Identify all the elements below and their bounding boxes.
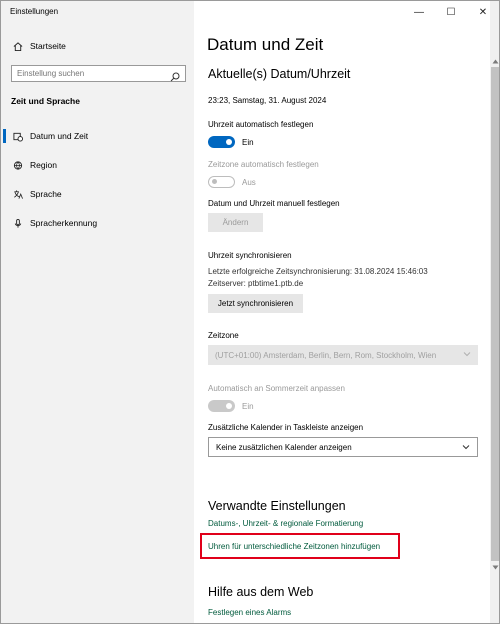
- highlight-box: [200, 533, 400, 559]
- auto-time-state: Ein: [242, 138, 254, 147]
- sidebar-item-language[interactable]: Sprache: [1, 183, 194, 205]
- last-sync-text: Letzte erfolgreiche Zeitsynchronisierung…: [208, 267, 428, 276]
- calendar-label: Zusätzliche Kalender in Taskleiste anzei…: [208, 423, 364, 432]
- auto-timezone-state: Aus: [242, 178, 256, 187]
- sidebar-item-label: Spracherkennung: [30, 218, 98, 228]
- settings-window: Einstellungen Startseite Zeit und Sprach…: [0, 0, 500, 624]
- clock-calendar-icon: [13, 131, 23, 141]
- microphone-icon: [13, 218, 23, 228]
- sidebar-section-heading: Zeit und Sprache: [11, 96, 80, 106]
- sidebar-item-label: Startseite: [30, 41, 66, 51]
- sidebar-item-home[interactable]: Startseite: [1, 35, 194, 57]
- sync-heading: Uhrzeit synchronisieren: [208, 251, 292, 260]
- calendar-value: Keine zusätzlichen Kalender anzeigen: [216, 442, 352, 452]
- sidebar-item-region[interactable]: Region: [1, 154, 194, 176]
- help-heading: Hilfe aus dem Web: [208, 585, 314, 599]
- auto-timezone-toggle[interactable]: [208, 176, 235, 188]
- home-icon: [13, 41, 23, 51]
- timezone-select[interactable]: (UTC+01:00) Amsterdam, Berlin, Bern, Rom…: [208, 345, 478, 365]
- calendar-select[interactable]: Keine zusätzlichen Kalender anzeigen: [208, 437, 478, 457]
- sidebar-item-speech[interactable]: Spracherkennung: [1, 212, 194, 234]
- auto-timezone-label: Zeitzone automatisch festlegen: [208, 160, 319, 169]
- scroll-down-icon[interactable]: [491, 563, 499, 572]
- dst-toggle[interactable]: [208, 400, 235, 412]
- scrollbar-thumb[interactable]: [491, 67, 499, 561]
- time-server-text: Zeitserver: ptbtime1.ptb.de: [208, 279, 304, 288]
- sidebar: Einstellungen Startseite Zeit und Sprach…: [1, 1, 194, 623]
- window-title: Einstellungen: [10, 7, 59, 16]
- sidebar-item-label: Datum und Zeit: [30, 131, 89, 141]
- page-title: Datum und Zeit: [207, 35, 324, 54]
- sidebar-item-datetime[interactable]: Datum und Zeit: [1, 125, 194, 147]
- timezone-heading: Zeitzone: [208, 331, 239, 340]
- scroll-up-icon[interactable]: [491, 57, 499, 66]
- dst-label: Automatisch an Sommerzeit anpassen: [208, 384, 345, 393]
- main-content: Datum und Zeit Aktuelle(s) Datum/Uhrzeit…: [194, 1, 490, 623]
- dst-state: Ein: [242, 402, 254, 411]
- change-button[interactable]: Ändern: [208, 213, 263, 232]
- current-datetime-heading: Aktuelle(s) Datum/Uhrzeit: [208, 67, 351, 81]
- search-input[interactable]: [12, 66, 162, 81]
- auto-time-label: Uhrzeit automatisch festlegen: [208, 120, 314, 129]
- manual-datetime-label: Datum und Uhrzeit manuell festlegen: [208, 199, 340, 208]
- related-settings-heading: Verwandte Einstellungen: [208, 499, 346, 513]
- search-icon[interactable]: [170, 69, 180, 82]
- chevron-down-icon: [462, 443, 470, 451]
- search-box[interactable]: [11, 65, 186, 82]
- globe-icon: [13, 160, 23, 170]
- language-icon: [13, 189, 23, 199]
- chevron-down-icon: [463, 350, 471, 358]
- auto-time-toggle[interactable]: [208, 136, 235, 148]
- sidebar-item-label: Region: [30, 160, 57, 170]
- regional-format-link[interactable]: Datums-, Uhrzeit- & regionale Formatieru…: [208, 519, 363, 528]
- current-datetime: 23:23, Samstag, 31. August 2024: [208, 96, 327, 105]
- sync-now-button[interactable]: Jetzt synchronisieren: [208, 294, 303, 313]
- sidebar-item-label: Sprache: [30, 189, 62, 199]
- set-alarm-link[interactable]: Festlegen eines Alarms: [208, 608, 291, 617]
- timezone-value: (UTC+01:00) Amsterdam, Berlin, Bern, Rom…: [215, 350, 437, 360]
